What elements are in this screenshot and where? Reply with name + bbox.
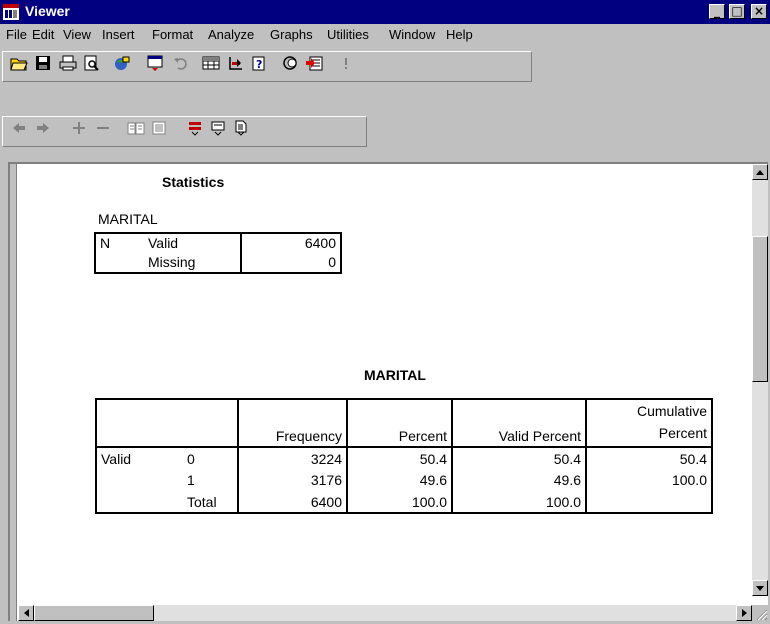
run-icon[interactable] xyxy=(335,52,357,74)
scroll-right-button[interactable] xyxy=(736,605,752,621)
insert-title-icon[interactable] xyxy=(207,117,229,139)
menu-format[interactable]: Format xyxy=(152,27,193,42)
export-icon[interactable] xyxy=(111,52,133,74)
table-cell: 100.0 xyxy=(585,469,713,491)
table-header: Percent xyxy=(346,398,453,448)
goto-case-icon[interactable] xyxy=(224,52,246,74)
demote-icon[interactable] xyxy=(32,117,54,139)
window-title: Viewer xyxy=(25,3,70,19)
table-cell: Valid xyxy=(144,232,241,252)
statistics-table[interactable]: N Valid 6400 Missing 0 xyxy=(94,232,342,274)
table-cell: 100.0 xyxy=(451,491,586,514)
table-header: Valid Percent xyxy=(451,398,587,448)
statistics-variable: MARITAL xyxy=(98,211,158,227)
table-header: Frequency xyxy=(237,398,348,448)
scroll-up-button[interactable] xyxy=(752,164,768,180)
scroll-down-button[interactable] xyxy=(752,580,768,596)
menu-edit[interactable]: Edit xyxy=(32,27,54,42)
menu-window[interactable]: Window xyxy=(389,27,435,42)
table-cell: Missing xyxy=(144,252,241,274)
table-cell: 6400 xyxy=(240,232,342,252)
title-bar: Viewer _ □ × xyxy=(0,0,770,24)
table-cell: Valid xyxy=(95,447,169,469)
menu-graphs[interactable]: Graphs xyxy=(270,27,313,42)
table-cell: 0 xyxy=(240,252,342,274)
table-header-row: Frequency Percent Valid Percent Cumulati… xyxy=(95,398,713,448)
table-row: Missing 0 xyxy=(94,252,342,274)
table-cell: 3224 xyxy=(237,447,347,469)
table-cell: 3176 xyxy=(237,469,347,491)
table-cell xyxy=(95,469,169,491)
statistics-title: Statistics xyxy=(162,174,225,190)
insert-heading-icon[interactable] xyxy=(184,117,206,139)
table-cell: 0 xyxy=(187,450,195,467)
vertical-scrollbar[interactable] xyxy=(752,164,768,596)
standard-toolbar: ? xyxy=(0,48,770,84)
variables-icon[interactable]: ? xyxy=(248,52,270,74)
vertical-scroll-thumb[interactable] xyxy=(752,236,768,382)
table-cell: 50.4 xyxy=(346,447,452,469)
menu-insert[interactable]: Insert xyxy=(102,27,135,42)
svg-text:?: ? xyxy=(256,58,262,71)
undo-icon[interactable] xyxy=(170,52,192,74)
menu-analyze[interactable]: Analyze xyxy=(208,27,254,42)
table-row: 1 3176 49.6 49.6 100.0 xyxy=(95,469,713,491)
print-preview-icon[interactable] xyxy=(80,52,102,74)
table-row: Total 6400 100.0 100.0 xyxy=(95,491,713,514)
collapse-icon[interactable] xyxy=(92,117,114,139)
frequency-title: MARITAL xyxy=(364,367,426,383)
table-cell: 50.4 xyxy=(585,447,713,469)
dialog-recall-icon[interactable] xyxy=(144,52,166,74)
use-sets-icon[interactable] xyxy=(279,52,301,74)
menu-bar: File Edit View Insert Format Analyze Gra… xyxy=(0,24,770,46)
table-cell: 49.6 xyxy=(451,469,586,491)
table-header xyxy=(169,398,238,448)
table-row: Valid 0 3224 50.4 50.4 50.4 xyxy=(95,447,713,469)
table-cell xyxy=(94,252,144,274)
table-cell: 1 xyxy=(187,472,195,488)
expand-icon[interactable] xyxy=(68,117,90,139)
goto-data-icon[interactable] xyxy=(200,52,222,74)
table-cell: Total xyxy=(169,491,238,514)
print-icon[interactable] xyxy=(57,52,79,74)
menu-file[interactable]: File xyxy=(6,27,27,42)
table-cell xyxy=(95,491,169,514)
table-cell xyxy=(585,491,713,514)
frequency-table[interactable]: Frequency Percent Valid Percent Cumulati… xyxy=(95,398,713,514)
table-header xyxy=(95,398,169,448)
table-row: N Valid 6400 xyxy=(94,232,342,252)
outline-toolbar xyxy=(0,113,770,149)
outline-pane[interactable] xyxy=(10,164,17,621)
table-cell: 50.4 xyxy=(451,447,586,469)
show-icon[interactable] xyxy=(125,117,147,139)
menu-help[interactable]: Help xyxy=(446,27,473,42)
designate-window-icon[interactable] xyxy=(303,52,325,74)
maximize-button[interactable]: □ xyxy=(729,4,745,19)
menu-view[interactable]: View xyxy=(63,27,91,42)
size-grip[interactable] xyxy=(752,605,768,621)
table-cell: N xyxy=(94,232,144,252)
horizontal-scroll-thumb[interactable] xyxy=(34,605,154,621)
table-cell: 6400 xyxy=(237,491,347,514)
app-icon[interactable] xyxy=(3,4,19,20)
close-button[interactable]: × xyxy=(751,4,767,19)
viewer-pane: Statistics MARITAL N Valid 6400 Missing … xyxy=(8,162,768,621)
open-icon[interactable] xyxy=(8,52,30,74)
table-header: Cumulative Percent xyxy=(585,398,713,448)
scroll-left-button[interactable] xyxy=(18,605,34,621)
insert-text-icon[interactable] xyxy=(230,117,252,139)
table-cell: 100.0 xyxy=(346,491,452,514)
promote-icon[interactable] xyxy=(8,117,30,139)
menu-utilities[interactable]: Utilities xyxy=(327,27,369,42)
table-cell: 49.6 xyxy=(346,469,452,491)
hide-icon[interactable] xyxy=(148,117,170,139)
minimize-button[interactable]: _ xyxy=(709,4,725,19)
horizontal-scrollbar[interactable] xyxy=(18,605,752,621)
save-icon[interactable] xyxy=(32,52,54,74)
output-contents[interactable]: Statistics MARITAL N Valid 6400 Missing … xyxy=(18,164,752,596)
